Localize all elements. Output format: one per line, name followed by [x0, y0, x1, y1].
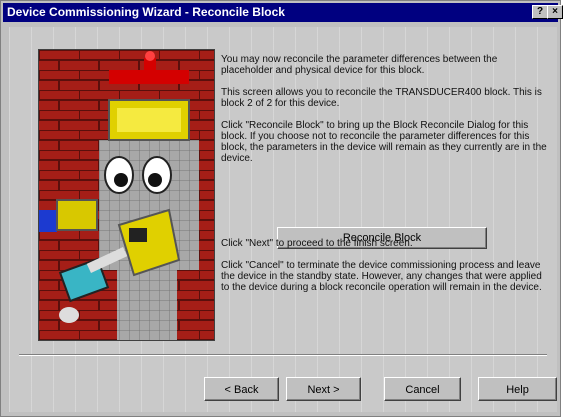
help-button[interactable]: Help [478, 377, 557, 401]
block-info-paragraph: This screen allows you to reconcile the … [221, 87, 542, 109]
intro-paragraph: You may now reconcile the parameter diff… [221, 54, 498, 76]
close-icon[interactable]: × [547, 5, 563, 19]
back-button[interactable]: < Back [204, 377, 279, 401]
next-note: Click "Next" to proceed to the finish sc… [221, 238, 413, 249]
wizard-illustration [38, 49, 215, 341]
reconcile-info-paragraph: Click "Reconcile Block" to bring up the … [221, 120, 547, 164]
robot-illustration [39, 50, 214, 340]
instructions: You may now reconcile the parameter diff… [221, 54, 551, 175]
lower-instructions: Click "Next" to proceed to the finish sc… [221, 238, 551, 304]
help-icon[interactable]: ? [532, 5, 548, 19]
window-title: Device Commissioning Wizard - Reconcile … [7, 5, 285, 19]
cancel-note: Click "Cancel" to terminate the device c… [221, 260, 542, 293]
title-bar: Device Commissioning Wizard - Reconcile … [3, 3, 558, 22]
wizard-window: Device Commissioning Wizard - Reconcile … [0, 0, 563, 417]
cancel-button[interactable]: Cancel [384, 377, 461, 401]
next-button[interactable]: Next > [286, 377, 361, 401]
button-separator [19, 354, 547, 356]
